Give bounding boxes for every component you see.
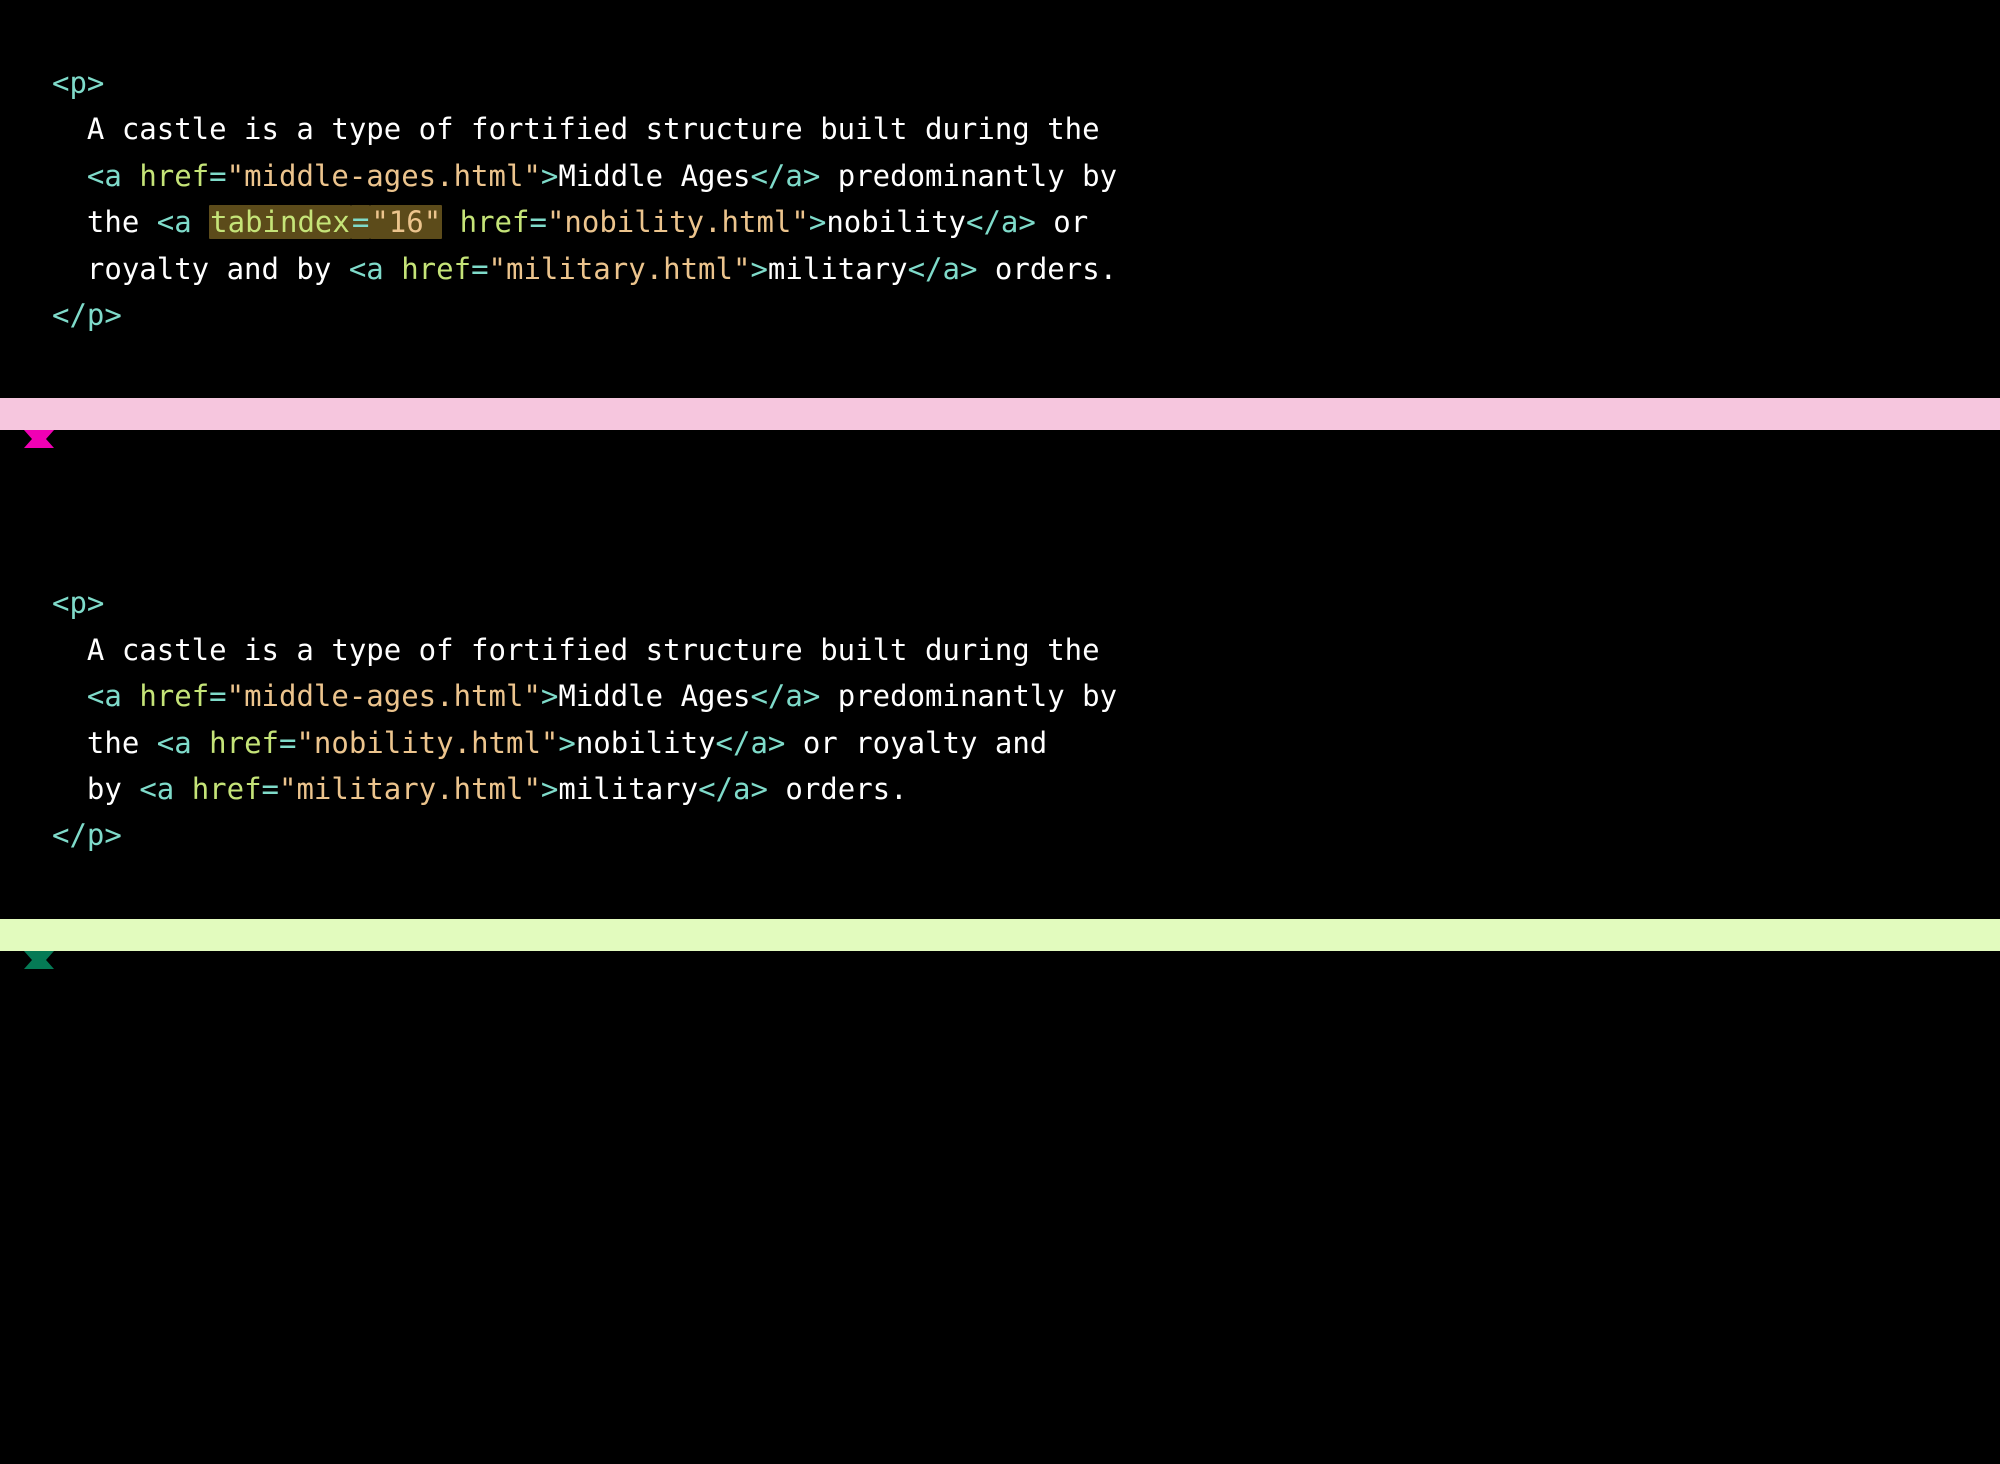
code-token: = <box>529 205 546 239</box>
divider-bad <box>0 398 2000 430</box>
code-token: the <box>87 205 157 239</box>
code-token: </a> <box>698 772 768 806</box>
code-token: a <box>366 252 401 286</box>
code-token: = <box>351 205 370 239</box>
code-token: href <box>192 772 262 806</box>
code-token: </p> <box>52 298 122 332</box>
code-token: > <box>809 205 826 239</box>
code-token: href <box>139 159 209 193</box>
code-token: > <box>558 726 575 760</box>
code-token: a <box>174 205 209 239</box>
code-token: nobility <box>826 205 966 239</box>
code-token: military <box>558 772 698 806</box>
spacer <box>0 450 2000 520</box>
code-token: < <box>139 772 156 806</box>
code-token: < <box>157 205 174 239</box>
code-token: a <box>104 159 139 193</box>
code-token: "middle-ages.html" <box>227 159 541 193</box>
code-token: or <box>1036 205 1088 239</box>
code-token: </a> <box>750 679 820 713</box>
code-token: A castle is a type of fortified structur… <box>87 633 1100 667</box>
code-token: </a> <box>750 159 820 193</box>
code-token: orders. <box>977 252 1117 286</box>
code-token: a <box>157 772 192 806</box>
code-token: = <box>279 726 296 760</box>
code-token: predominantly by <box>820 159 1117 193</box>
code-token: "middle-ages.html" <box>227 679 541 713</box>
code-token: A castle is a type of fortified structur… <box>87 112 1100 146</box>
code-token: predominantly by <box>820 679 1117 713</box>
code-token: a <box>104 679 139 713</box>
marker-good <box>0 951 2000 971</box>
code-token: <p> <box>52 66 104 100</box>
code-token: < <box>349 252 366 286</box>
code-token: "nobility.html" <box>296 726 558 760</box>
code-token: or royalty and <box>785 726 1047 760</box>
code-token: href <box>401 252 471 286</box>
code-token: Middle Ages <box>558 679 750 713</box>
code-token: href <box>460 205 530 239</box>
divider-good <box>0 919 2000 951</box>
code-token: > <box>541 159 558 193</box>
page-root: <p> A castle is a type of fortified stru… <box>0 0 2000 971</box>
code-token: </a> <box>908 252 978 286</box>
code-token: "16" <box>370 205 442 239</box>
code-example-bad: <p> A castle is a type of fortified stru… <box>0 0 2000 398</box>
code-token: by <box>87 772 139 806</box>
code-token: < <box>157 726 174 760</box>
code-token: = <box>471 252 488 286</box>
code-pre-good: <p> A castle is a type of fortified stru… <box>52 580 1948 858</box>
code-token: </a> <box>966 205 1036 239</box>
code-token: the <box>87 726 157 760</box>
code-token: href <box>139 679 209 713</box>
code-token: > <box>750 252 767 286</box>
code-token: orders. <box>768 772 908 806</box>
code-token: military <box>768 252 908 286</box>
code-token: = <box>209 159 226 193</box>
chevron-down-icon <box>24 951 54 969</box>
code-token: > <box>541 679 558 713</box>
code-token: royalty and by <box>87 252 349 286</box>
code-token: "military.html" <box>279 772 541 806</box>
code-example-good: <p> A castle is a type of fortified stru… <box>0 520 2000 918</box>
chevron-down-icon <box>24 430 54 448</box>
marker-bad <box>0 430 2000 450</box>
code-token: < <box>87 159 104 193</box>
code-token: = <box>209 679 226 713</box>
code-token: "nobility.html" <box>547 205 809 239</box>
code-token: href <box>209 726 279 760</box>
code-pre-bad: <p> A castle is a type of fortified stru… <box>52 60 1948 338</box>
code-token: a <box>174 726 209 760</box>
code-token: Middle Ages <box>558 159 750 193</box>
code-token: <p> <box>52 586 104 620</box>
code-token: = <box>262 772 279 806</box>
code-token: </p> <box>52 818 122 852</box>
code-token: tabindex <box>209 205 351 239</box>
code-token <box>442 205 459 239</box>
code-token: </a> <box>716 726 786 760</box>
code-token: > <box>541 772 558 806</box>
code-token: "military.html" <box>489 252 751 286</box>
code-token: nobility <box>576 726 716 760</box>
code-token: < <box>87 679 104 713</box>
